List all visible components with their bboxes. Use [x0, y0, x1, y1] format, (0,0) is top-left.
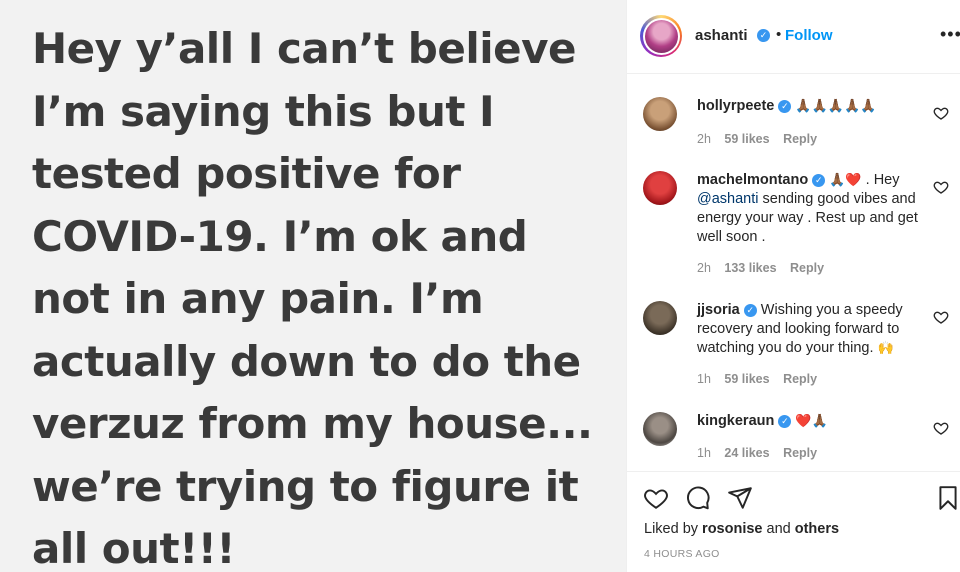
comment-like-heart-icon[interactable]: [933, 309, 949, 325]
mention-link[interactable]: @ashanti: [697, 191, 758, 207]
liked-by-user[interactable]: rosonise: [702, 521, 762, 537]
commenter-avatar[interactable]: [643, 301, 677, 335]
liked-by-and: and: [762, 521, 795, 537]
post-timestamp[interactable]: 4 HOURS AGO: [644, 548, 720, 560]
comment-time: 1h: [697, 372, 711, 386]
comment-item: jjsoria ✓ Wishing you a speedy recovery …: [627, 301, 960, 391]
post-text: Hey y’all I can’t believe I’m saying thi…: [32, 24, 593, 572]
commenter-username[interactable]: jjsoria: [697, 302, 740, 318]
reply-button[interactable]: Reply: [783, 446, 817, 460]
comment-body: hollyrpeete ✓ 🙏🏾🙏🏾🙏🏾🙏🏾🙏🏾: [697, 97, 925, 116]
verified-badge-icon: ✓: [812, 174, 826, 187]
comment-likes[interactable]: 59 likes: [724, 132, 769, 146]
comment-likes[interactable]: 133 likes: [724, 261, 776, 275]
comment-emoji: 🙌: [877, 341, 894, 356]
commenter-username[interactable]: machelmontano: [697, 172, 808, 188]
comment-body: jjsoria ✓ Wishing you a speedy recovery …: [697, 301, 925, 358]
liked-by-others[interactable]: others: [795, 521, 839, 537]
more-options-icon[interactable]: •••: [940, 24, 960, 45]
follow-button[interactable]: Follow: [785, 27, 833, 44]
commenter-avatar[interactable]: [643, 412, 677, 446]
comment-icon[interactable]: [685, 485, 711, 511]
verified-badge-icon: ✓: [757, 29, 770, 42]
comment-like-heart-icon[interactable]: [933, 179, 949, 195]
comment-body: kingkeraun ✓ ❤️🙏🏾: [697, 412, 925, 431]
comment-item: hollyrpeete ✓ 🙏🏾🙏🏾🙏🏾🙏🏾🙏🏾 2h 59 likes Rep…: [627, 97, 960, 157]
comment-emoji: 🙏🏾🙏🏾🙏🏾🙏🏾🙏🏾: [795, 99, 877, 114]
comment-time: 2h: [697, 261, 711, 275]
verified-badge-icon: ✓: [778, 100, 792, 113]
comment-meta: 2h 133 likes Reply: [697, 261, 834, 275]
reply-button[interactable]: Reply: [783, 372, 817, 386]
author-avatar[interactable]: [640, 15, 682, 57]
comment-emoji: 🙏🏾❤️: [829, 173, 862, 188]
commenter-avatar[interactable]: [643, 171, 677, 205]
comment-time: 1h: [697, 446, 711, 460]
comment-like-heart-icon[interactable]: [933, 420, 949, 436]
heart-icon[interactable]: [643, 485, 669, 511]
comment-meta: 2h 59 likes Reply: [697, 132, 827, 146]
comments-panel: ashanti ✓ • Follow ••• hollyrpeete ✓ 🙏🏾🙏…: [626, 0, 960, 572]
verified-badge-icon: ✓: [743, 304, 757, 317]
action-bar: Liked by rosonise and others 4 HOURS AGO: [627, 471, 960, 572]
comment-emoji: ❤️🙏🏾: [795, 414, 828, 429]
comment-item: kingkeraun ✓ ❤️🙏🏾 1h 24 likes Reply: [627, 412, 960, 467]
comment-body: machelmontano ✓ 🙏🏾❤️ . Hey @ashanti send…: [697, 171, 925, 247]
comment-like-heart-icon[interactable]: [933, 105, 949, 121]
verified-badge-icon: ✓: [778, 415, 792, 428]
liked-by-prefix: Liked by: [644, 521, 703, 537]
commenter-username[interactable]: kingkeraun: [697, 413, 774, 429]
comment-likes[interactable]: 59 likes: [724, 372, 769, 386]
comment-text: . Hey: [861, 172, 900, 188]
commenter-avatar[interactable]: [643, 97, 677, 131]
comment-likes[interactable]: 24 likes: [724, 446, 769, 460]
comment-item: machelmontano ✓ 🙏🏾❤️ . Hey @ashanti send…: [627, 171, 960, 281]
commenter-username[interactable]: hollyrpeete: [697, 98, 774, 114]
liked-by-text: Liked by rosonise and others: [644, 521, 839, 537]
post-header: ashanti ✓ • Follow •••: [627, 0, 960, 74]
comment-time: 2h: [697, 132, 711, 146]
author-username[interactable]: ashanti: [695, 27, 748, 44]
reply-button[interactable]: Reply: [790, 261, 824, 275]
comment-meta: 1h 59 likes Reply: [697, 372, 827, 386]
share-icon[interactable]: [727, 485, 753, 511]
reply-button[interactable]: Reply: [783, 132, 817, 146]
separator-dot: •: [776, 26, 782, 43]
comment-meta: 1h 24 likes Reply: [697, 446, 827, 460]
post-image: Hey y’all I can’t believe I’m saying thi…: [0, 0, 626, 572]
bookmark-icon[interactable]: [935, 485, 960, 511]
